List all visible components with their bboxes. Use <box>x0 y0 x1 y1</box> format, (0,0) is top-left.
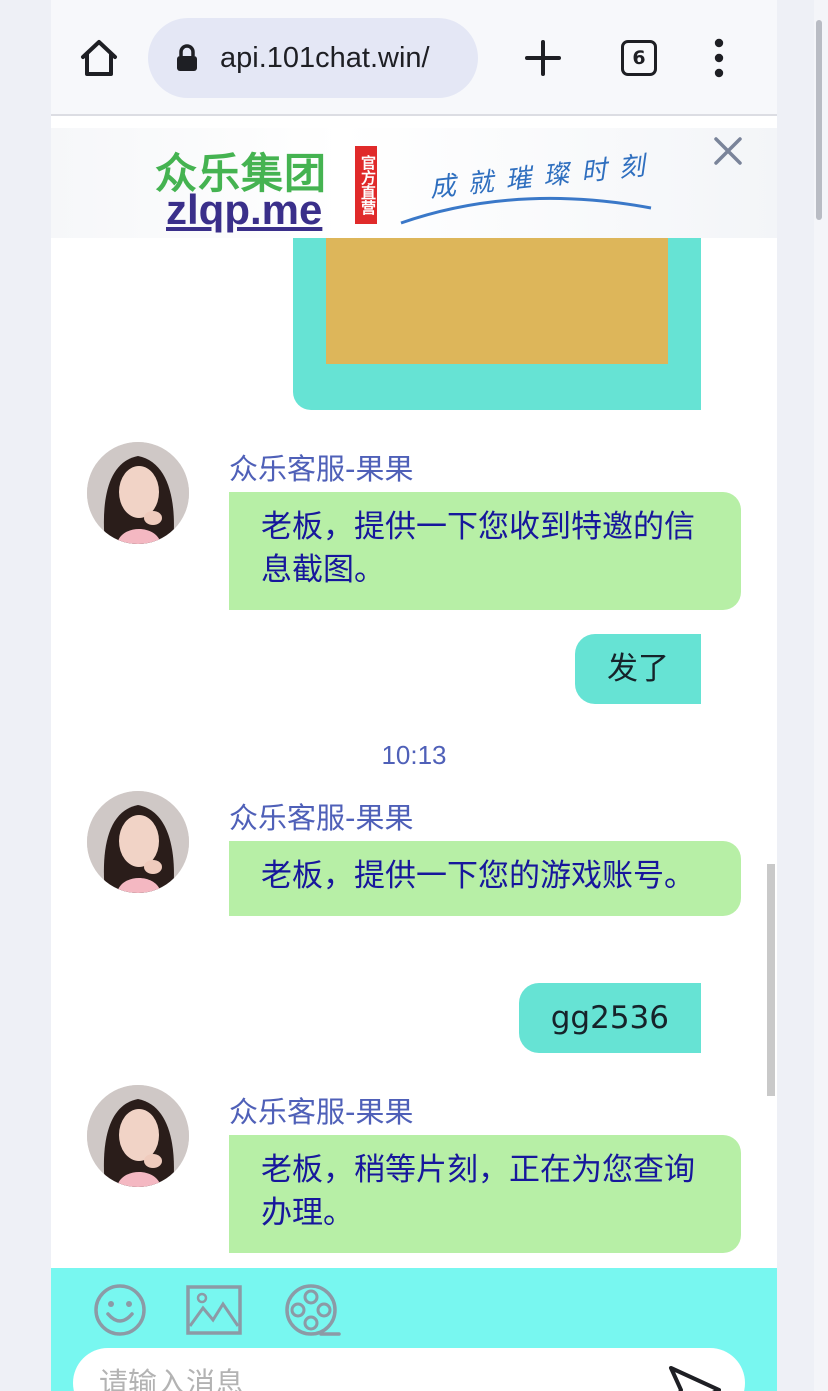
outgoing-message[interactable]: gg2536 <box>518 983 701 1053</box>
avatar[interactable] <box>87 1085 189 1187</box>
avatar[interactable] <box>87 791 189 893</box>
incoming-message[interactable]: 老板，提供一下您的游戏账号。 <box>229 841 741 916</box>
image-thumbnail[interactable] <box>326 238 668 364</box>
video-icon[interactable] <box>283 1282 341 1338</box>
ad-banner[interactable]: 众乐集团 zlqp.me 官方直营 成就璀璨时刻 <box>51 128 777 238</box>
chat-scrollbar[interactable] <box>767 864 775 1096</box>
close-icon[interactable] <box>713 136 743 166</box>
image-icon[interactable] <box>185 1282 243 1338</box>
address-bar[interactable]: api.101chat.win/ <box>148 18 478 98</box>
sender-name: 众乐客服-果果 <box>229 1095 414 1129</box>
banner-brand-url: zlqp.me <box>166 186 323 233</box>
official-tag: 官方直营 <box>355 146 377 224</box>
avatar[interactable] <box>87 442 189 544</box>
composer-toolbar <box>51 1268 777 1391</box>
send-icon[interactable] <box>667 1364 721 1391</box>
incoming-message[interactable]: 老板，提供一下您收到特邀的信息截图。 <box>229 492 741 610</box>
timestamp: 10:13 <box>381 740 447 770</box>
page-scrollbar[interactable] <box>816 20 822 220</box>
home-icon[interactable] <box>77 36 121 80</box>
message-list[interactable]: 众乐客服-果果 老板，提供一下您收到特邀的信息截图。 发了 10:13 众乐客服… <box>51 238 777 1266</box>
message-input[interactable] <box>73 1348 745 1391</box>
emoji-icon[interactable] <box>91 1282 149 1338</box>
more-menu-icon[interactable] <box>707 38 731 78</box>
sender-name: 众乐客服-果果 <box>229 452 414 486</box>
url-text: api.101chat.win/ <box>220 42 430 74</box>
incoming-message[interactable]: 老板，稍等片刻，正在为您查询办理。 <box>229 1135 741 1253</box>
tab-switcher-button[interactable]: 6 <box>621 40 657 76</box>
new-tab-icon[interactable] <box>523 36 563 80</box>
chat-page: api.101chat.win/ 6 众乐集团 zlqp.me 官方直营 成就璀… <box>51 0 777 1391</box>
lock-icon <box>174 44 200 72</box>
browser-toolbar: api.101chat.win/ 6 <box>51 0 777 116</box>
sender-name: 众乐客服-果果 <box>229 801 414 835</box>
outgoing-image-message[interactable] <box>293 238 701 410</box>
outgoing-message[interactable]: 发了 <box>575 634 701 704</box>
